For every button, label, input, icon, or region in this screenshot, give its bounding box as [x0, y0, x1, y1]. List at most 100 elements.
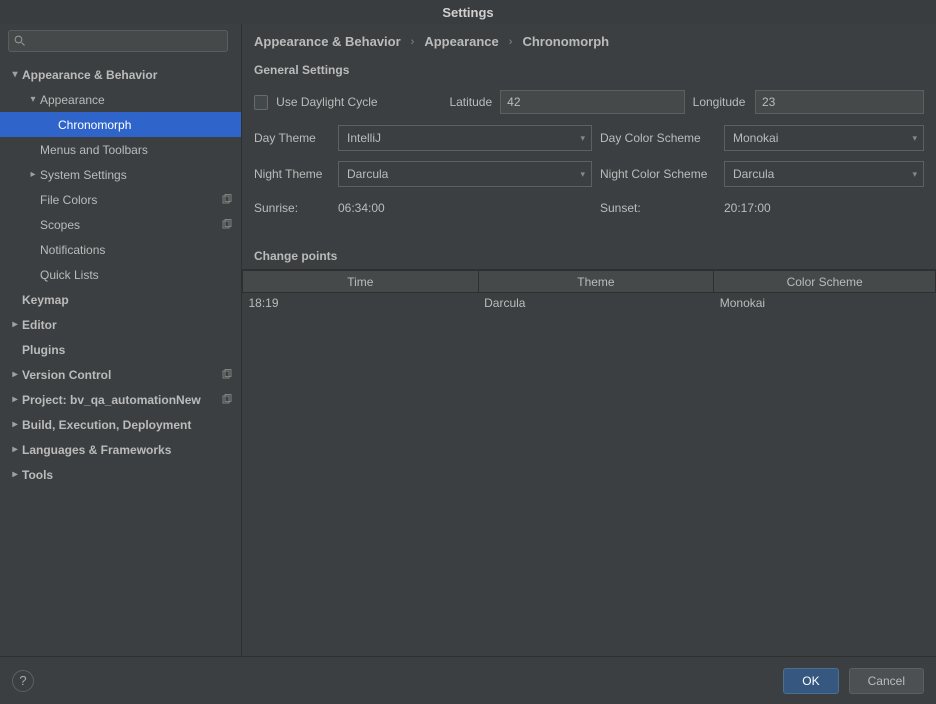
- sidebar-item-quick-lists[interactable]: Quick Lists: [0, 262, 241, 287]
- sunrise-label: Sunrise:: [254, 201, 330, 215]
- latitude-input[interactable]: [500, 90, 685, 114]
- sidebar-item-system-settings[interactable]: System Settings: [0, 162, 241, 187]
- sidebar-item-file-colors[interactable]: File Colors: [0, 187, 241, 212]
- col-scheme[interactable]: Color Scheme: [714, 271, 936, 293]
- sidebar-item-label: Version Control: [22, 368, 221, 382]
- chevron-right-icon[interactable]: [10, 394, 20, 405]
- ok-button[interactable]: OK: [783, 668, 838, 694]
- sidebar-item-label: Build, Execution, Deployment: [22, 418, 233, 432]
- sidebar-item-label: Menus and Toolbars: [40, 143, 233, 157]
- help-button[interactable]: ?: [12, 670, 34, 692]
- chevron-right-icon[interactable]: [28, 169, 38, 180]
- changepoints-table-wrap: Time Theme Color Scheme 18:19DarculaMono…: [242, 269, 936, 656]
- sidebar-item-build-execution-deployment[interactable]: Build, Execution, Deployment: [0, 412, 241, 437]
- sidebar-item-label: Quick Lists: [40, 268, 233, 282]
- cell-theme: Darcula: [478, 293, 714, 313]
- crumb-3: Chronomorph: [522, 34, 609, 49]
- cancel-button[interactable]: Cancel: [849, 668, 924, 694]
- search-wrap: [0, 24, 241, 58]
- sunset-label: Sunset:: [600, 201, 716, 215]
- chevron-right-icon[interactable]: [10, 444, 20, 455]
- sidebar-item-label: Project: bv_qa_automationNew: [22, 393, 221, 407]
- night-color-select[interactable]: Darcula: [724, 161, 924, 187]
- sidebar-item-label: Plugins: [22, 343, 233, 357]
- longitude-input[interactable]: [755, 90, 924, 114]
- sunrise-value: 06:34:00: [338, 201, 592, 215]
- sidebar-item-menus-and-toolbars[interactable]: Menus and Toolbars: [0, 137, 241, 162]
- search-icon: [14, 35, 26, 47]
- settings-content: Appearance & Behavior › Appearance › Chr…: [242, 24, 936, 656]
- night-color-value: Darcula: [733, 167, 774, 181]
- day-theme-label: Day Theme: [254, 131, 330, 145]
- chevron-down-icon[interactable]: [28, 94, 38, 105]
- crumb-2[interactable]: Appearance: [424, 34, 498, 49]
- sidebar-item-label: System Settings: [40, 168, 233, 182]
- chevron-right-icon[interactable]: [10, 469, 20, 480]
- table-row[interactable]: 18:19DarculaMonokai: [243, 293, 936, 313]
- search-input-container[interactable]: [8, 30, 228, 52]
- daylight-checkbox[interactable]: [254, 95, 268, 110]
- search-input[interactable]: [30, 34, 222, 48]
- sidebar-item-plugins[interactable]: Plugins: [0, 337, 241, 362]
- night-color-label: Night Color Scheme: [600, 167, 716, 181]
- help-icon: ?: [19, 673, 26, 688]
- chevron-right-icon[interactable]: [10, 369, 20, 380]
- night-theme-label: Night Theme: [254, 167, 330, 181]
- general-form: Use Daylight Cycle Latitude Longitude Da…: [242, 83, 936, 233]
- latitude-label: Latitude: [445, 95, 492, 109]
- day-theme-value: IntelliJ: [347, 131, 381, 145]
- sidebar-item-chronomorph[interactable]: Chronomorph: [0, 112, 241, 137]
- day-color-select[interactable]: Monokai: [724, 125, 924, 151]
- sidebar-item-label: Appearance & Behavior: [22, 68, 233, 82]
- sidebar-item-scopes[interactable]: Scopes: [0, 212, 241, 237]
- day-color-value: Monokai: [733, 131, 778, 145]
- window-title: Settings: [442, 5, 493, 20]
- longitude-label: Longitude: [693, 95, 747, 109]
- night-theme-select[interactable]: Darcula: [338, 161, 592, 187]
- project-scope-icon: [221, 194, 233, 206]
- breadcrumb: Appearance & Behavior › Appearance › Chr…: [242, 24, 936, 57]
- sidebar-item-label: Keymap: [22, 293, 233, 307]
- sidebar-item-editor[interactable]: Editor: [0, 312, 241, 337]
- section-changepoints: Change points: [242, 243, 936, 269]
- sidebar-item-label: Editor: [22, 318, 233, 332]
- sidebar-item-label: Tools: [22, 468, 233, 482]
- sidebar-item-version-control[interactable]: Version Control: [0, 362, 241, 387]
- sidebar-item-label: File Colors: [40, 193, 221, 207]
- cell-scheme: Monokai: [714, 293, 936, 313]
- window-titlebar: Settings: [0, 0, 936, 24]
- col-time[interactable]: Time: [243, 271, 479, 293]
- project-scope-icon: [221, 394, 233, 406]
- sidebar-item-label: Scopes: [40, 218, 221, 232]
- changepoints-table: Time Theme Color Scheme 18:19DarculaMono…: [242, 270, 936, 313]
- sidebar-item-label: Languages & Frameworks: [22, 443, 233, 457]
- chevron-down-icon[interactable]: [10, 69, 20, 80]
- table-header-row: Time Theme Color Scheme: [243, 271, 936, 293]
- daylight-label: Use Daylight Cycle: [276, 95, 437, 109]
- project-scope-icon: [221, 369, 233, 381]
- section-general: General Settings: [242, 57, 936, 83]
- sidebar-item-project-bv-qa-automationnew[interactable]: Project: bv_qa_automationNew: [0, 387, 241, 412]
- night-theme-value: Darcula: [347, 167, 388, 181]
- sidebar-item-label: Chronomorph: [58, 118, 233, 132]
- chevron-right-icon: ›: [411, 36, 415, 48]
- sidebar-item-languages-frameworks[interactable]: Languages & Frameworks: [0, 437, 241, 462]
- settings-tree: Appearance & Behavior Appearance Chronomor…: [0, 58, 241, 656]
- day-theme-select[interactable]: IntelliJ: [338, 125, 592, 151]
- chevron-right-icon: ›: [509, 36, 513, 48]
- col-theme[interactable]: Theme: [478, 271, 714, 293]
- main-layout: Appearance & Behavior Appearance Chronomor…: [0, 24, 936, 656]
- sidebar-item-label: Notifications: [40, 243, 233, 257]
- sidebar-item-appearance-behavior[interactable]: Appearance & Behavior: [0, 62, 241, 87]
- sidebar-item-keymap[interactable]: Keymap: [0, 287, 241, 312]
- settings-sidebar: Appearance & Behavior Appearance Chronomor…: [0, 24, 242, 656]
- chevron-right-icon[interactable]: [10, 419, 20, 430]
- sidebar-item-notifications[interactable]: Notifications: [0, 237, 241, 262]
- crumb-1[interactable]: Appearance & Behavior: [254, 34, 401, 49]
- sidebar-item-appearance[interactable]: Appearance: [0, 87, 241, 112]
- sidebar-item-tools[interactable]: Tools: [0, 462, 241, 487]
- sunset-value: 20:17:00: [724, 201, 771, 215]
- dialog-footer: ? OK Cancel: [0, 656, 936, 704]
- chevron-right-icon[interactable]: [10, 319, 20, 330]
- sidebar-item-label: Appearance: [40, 93, 233, 107]
